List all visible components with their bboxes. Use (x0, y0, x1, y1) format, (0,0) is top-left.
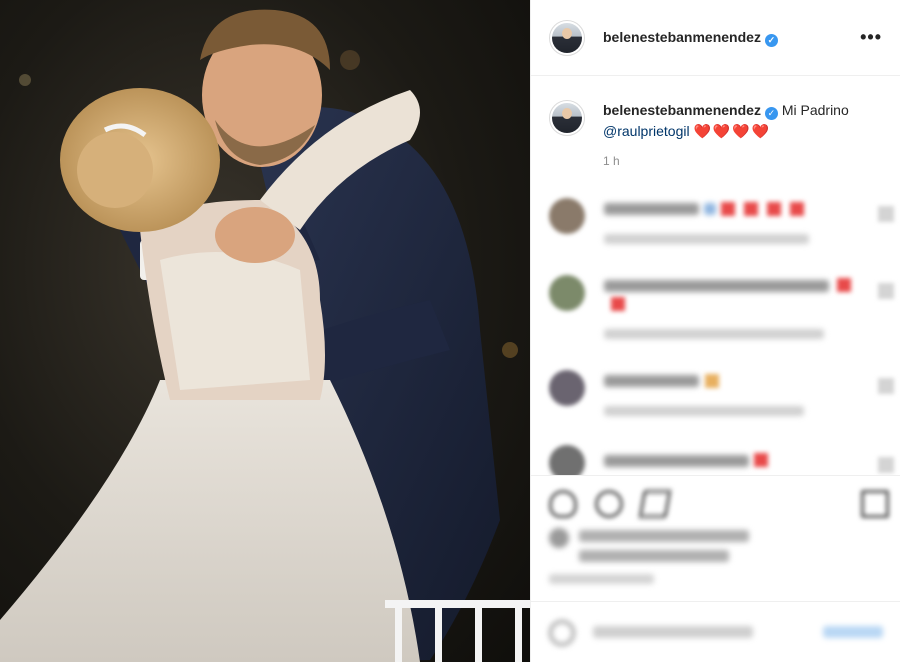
post-comment-button[interactable] (823, 626, 883, 638)
add-comment-bar (531, 601, 900, 662)
comment-like-icon[interactable] (878, 457, 894, 473)
comment-input[interactable] (593, 626, 753, 638)
likes-summary[interactable] (579, 530, 749, 542)
more-options-icon[interactable]: ••• (860, 27, 882, 48)
share-icon[interactable] (638, 490, 672, 518)
list-item (549, 445, 894, 475)
commenter-avatar[interactable] (549, 370, 585, 406)
action-bar (531, 475, 900, 662)
bookmark-icon[interactable] (861, 490, 889, 518)
caption-hearts: ❤️❤️❤️❤️ (693, 123, 772, 139)
post-panel: belenestebanmenendez ✓ ••• belenestebanme… (530, 0, 900, 662)
list-item (549, 370, 894, 430)
caption-avatar[interactable] (549, 100, 585, 136)
comment-icon[interactable] (595, 490, 623, 518)
commenter-avatar[interactable] (549, 275, 585, 311)
photo-illustration (0, 9, 530, 662)
comments-list (531, 190, 900, 475)
post-date (549, 574, 654, 584)
commenter-avatar[interactable] (549, 445, 585, 475)
post-time: 1 h (603, 154, 620, 168)
caption-text: belenestebanmenendez ✓ Mi Padrino @raulpr… (603, 100, 849, 142)
likes-summary-line2 (579, 550, 729, 562)
emoji-icon[interactable] (549, 620, 575, 646)
caption-body: Mi Padrino (781, 102, 849, 118)
comment-like-icon[interactable] (878, 206, 894, 222)
verified-badge-icon: ✓ (764, 107, 778, 120)
commenter-avatar[interactable] (549, 198, 585, 234)
caption-mention[interactable]: @raulprietogil (603, 123, 690, 139)
username-text[interactable]: belenestebanmenendez (603, 29, 761, 45)
comment-like-icon[interactable] (878, 378, 894, 394)
list-item (549, 275, 894, 350)
comment-like-icon[interactable] (878, 283, 894, 299)
post-header: belenestebanmenendez ✓ ••• (531, 0, 900, 76)
verified-badge-icon: ✓ (764, 33, 778, 47)
list-item (549, 198, 894, 258)
post-photo[interactable] (0, 0, 530, 662)
caption-username[interactable]: belenestebanmenendez (603, 102, 761, 118)
heart-icon[interactable] (549, 490, 577, 518)
header-username[interactable]: belenestebanmenendez ✓ (603, 29, 778, 47)
liker-avatar[interactable] (549, 528, 569, 548)
caption: belenestebanmenendez ✓ Mi Padrino @raulpr… (531, 76, 900, 142)
avatar[interactable] (549, 19, 585, 56)
